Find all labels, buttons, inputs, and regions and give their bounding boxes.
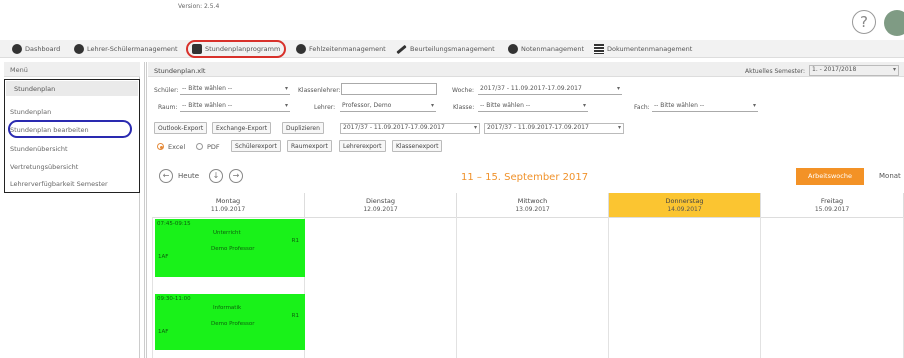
active-tab-highlight [186,40,286,58]
day-column-thursday[interactable] [609,217,761,358]
today-button[interactable]: Heute [178,172,199,180]
schuelerexport-button[interactable]: Schülerexport [231,140,281,152]
nav-beurteilungsmanagement[interactable]: Beurteilungsmanagement [396,43,495,55]
semester-label: Aktuelles Semester: [745,68,806,75]
event-time: 07:45-09:15 [157,221,191,227]
help-icon[interactable]: ? [852,10,876,34]
schueler-select[interactable]: -- Bitte wählen -- [180,85,290,95]
day-header-monday: Montag 11.09.2017 [152,193,305,217]
day-column-wednesday[interactable] [457,217,609,358]
day-header-friday: Freitag 15.09.2017 [761,193,904,217]
sidebar-item-highlight [8,120,132,138]
klassenlehrer-input[interactable] [341,83,437,95]
day-column-friday[interactable] [761,217,904,358]
prev-week-icon[interactable]: ← [159,169,173,183]
event-room: R1 [291,238,299,244]
klasse-select[interactable]: -- Bitte wählen -- [478,102,588,112]
people-icon [74,44,84,54]
day-header-wednesday: Mittwoch 13.09.2017 [457,193,609,217]
next-week-icon[interactable]: → [229,169,243,183]
date-range-title: 11 – 15. September 2017 [461,172,589,183]
event-class: 1AF [158,329,169,335]
arbeitswoche-button[interactable]: Arbeitswoche [796,168,864,185]
nav-dashboard[interactable]: Dashboard [12,43,60,55]
duplicate-button[interactable]: Duplizieren [282,122,324,134]
calendar-down-icon[interactable]: ↓ [209,169,223,183]
person-icon [296,44,306,54]
version-label: Version: 2.5.4 [178,3,220,10]
lesson-event[interactable]: 09:30-11:00 Informatik R1 Demo Professor… [155,294,305,350]
semester-select[interactable]: 1. - 2017/2018 [809,65,899,76]
raumexport-button[interactable]: Raumexport [287,140,332,152]
people-icon [12,44,22,54]
event-time: 09:30-11:00 [157,296,191,302]
list-icon [594,44,604,54]
fach-label: Fach: [634,104,650,111]
nav-dokumentenmanagement[interactable]: Dokumentenmanagement [594,43,692,55]
day-header-thursday: Donnerstag 14.09.2017 [609,193,761,217]
event-teacher: Demo Professor [211,246,255,252]
duplicate-to-week-select[interactable]: 2017/37 - 11.09.2017-17.09.2017 [484,123,624,134]
day-header-tuesday: Dienstag 12.09.2017 [305,193,457,217]
nav-notenmanagement[interactable]: Notenmanagement [508,43,584,55]
sidebar-header: Menü [4,62,140,77]
nav-fehlzeitenmanagement[interactable]: Fehlzeitenmanagement [296,43,386,55]
excel-radio[interactable] [157,143,164,150]
raum-select[interactable]: -- Bitte wählen -- [180,102,290,112]
award-icon [508,44,518,54]
pdf-label: PDF [207,143,220,151]
top-bar [0,0,904,40]
lehrerexport-button[interactable]: Lehrerexport [339,140,386,152]
sidebar-item-vertretungsuebersicht[interactable]: Vertretungsübersicht [10,163,78,171]
exchange-export-button[interactable]: Exchange-Export [212,122,272,134]
fach-select[interactable]: -- Bitte wählen -- [652,102,758,112]
sidebar-item-lehrerverfuegbarkeit[interactable]: Lehrerverfügbarkeit Semester [10,180,108,188]
excel-label: Excel [168,143,186,151]
woche-select[interactable]: 2017/37 - 11.09.2017-17.09.2017 [478,85,622,95]
pdf-radio[interactable] [196,143,203,150]
klasse-label: Klasse: [453,104,475,111]
pen-icon [396,44,407,54]
schueler-label: Schüler: [154,87,179,94]
nav-lehrer-schuelermanagement[interactable]: Lehrer-Schülermanagement [74,43,178,55]
sidebar-item-stundenplan[interactable]: Stundenplan [10,108,51,116]
outlook-export-button[interactable]: Outlook-Export [154,122,208,134]
event-teacher: Demo Professor [211,321,255,327]
klassenlehrer-label: Klassenlehrer: [298,87,341,94]
raum-label: Raum: [158,104,178,111]
avatar[interactable] [884,10,904,36]
duplicate-from-week-select[interactable]: 2017/37 - 11.09.2017-17.09.2017 [340,123,480,134]
klassenexport-button[interactable]: Klassenexport [392,140,443,152]
woche-label: Woche: [452,87,475,94]
lesson-event[interactable]: 07:45-09:15 Unterricht R1 Demo Professor… [155,219,305,277]
lehrer-label: Lehrer: [314,104,336,111]
sidebar-item-stundenuebersicht[interactable]: Stundenübersicht [10,145,68,153]
day-column-tuesday[interactable] [305,217,457,358]
splitter[interactable] [144,62,147,358]
event-subject: Informatik [213,305,242,311]
event-room: R1 [291,313,299,319]
lehrer-select[interactable]: Professor, Demo [340,102,436,112]
sidebar-section-title[interactable]: Stundenplan [6,81,138,96]
page-title: Stundenplan.xlt [154,67,206,75]
event-subject: Unterricht [213,230,241,236]
event-class: 1AF [158,254,169,260]
monat-button[interactable]: Monat [879,172,901,180]
